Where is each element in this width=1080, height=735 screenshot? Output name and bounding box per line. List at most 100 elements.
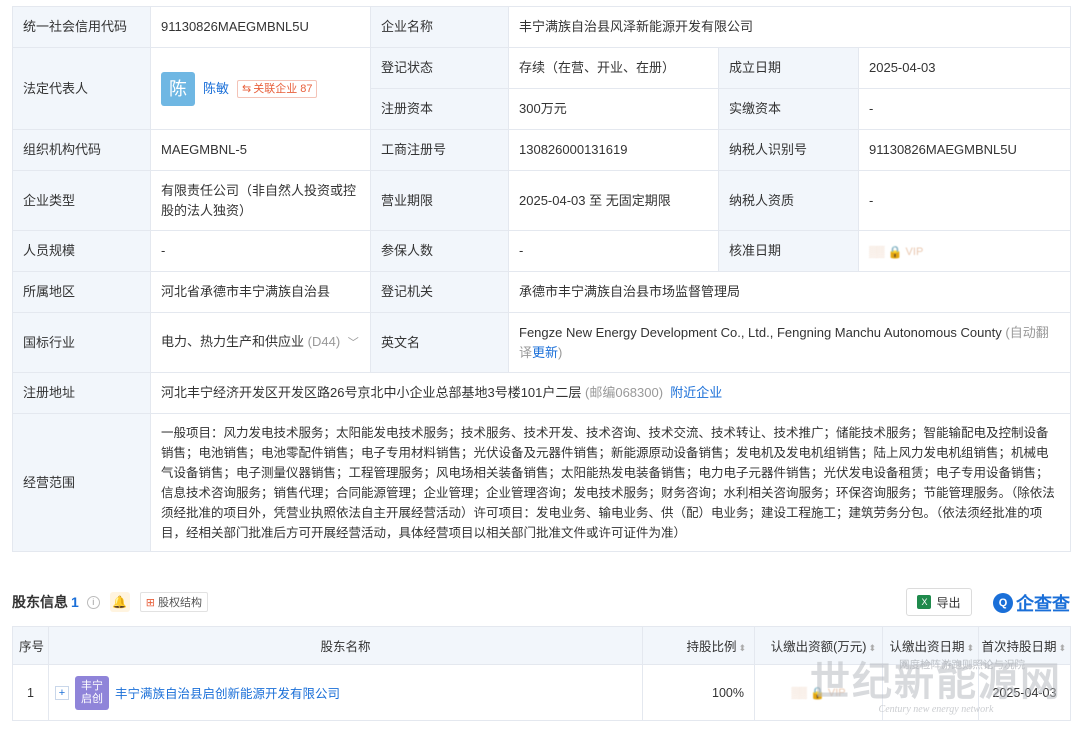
- sort-icon: ⬍: [738, 643, 746, 653]
- table-row: 1 + 丰宁 启创 丰宁满族自治县启创新能源开发有限公司 100% ▒▒ 🔒 VIP…: [12, 664, 1071, 721]
- staff-size-value: -: [150, 230, 371, 272]
- reg-authority-value: 承德市丰宁满族自治县市场监督管理局: [507, 271, 1072, 313]
- expand-plus-icon[interactable]: +: [55, 685, 69, 700]
- approve-date-label: 核准日期: [718, 230, 859, 272]
- company-type-label: 企业类型: [12, 170, 151, 231]
- biz-reg-no-label: 工商注册号: [370, 129, 509, 171]
- equity-structure-label: 股权结构: [158, 597, 203, 609]
- shareholder-title: 股东信息: [12, 594, 68, 610]
- biz-term-value: 2025-04-03 至 无固定期限: [508, 170, 719, 231]
- watermark-top-text: 网度检阵游跑则照论与况院: [899, 659, 1025, 671]
- reg-address-value: 河北丰宁经济开发区开发区路26号京北中小企业总部基地3号楼101户二层: [161, 385, 582, 400]
- shareholder-section-header: 股东信息 1 i 🔔 ⊞ 股权结构 X 导出 Q 企查查: [12, 588, 1070, 616]
- col-ratio[interactable]: 持股比例 ⬍: [642, 626, 755, 665]
- staff-size-label: 人员规模: [12, 230, 151, 272]
- industry-value: 电力、热力生产和供应业: [161, 334, 305, 349]
- taxpayer-qual-value: -: [857, 170, 1072, 231]
- credit-code-label: 统一社会信用代码: [12, 6, 151, 48]
- col-subscribed-amount-label: 认缴出资额(万元): [770, 640, 867, 654]
- auto-translate-close: ): [558, 344, 563, 360]
- taxpayer-id-label: 纳税人识别号: [718, 129, 859, 171]
- info-icon[interactable]: i: [86, 595, 100, 609]
- update-translation-link[interactable]: 更新: [532, 345, 558, 360]
- lock-icon: 🔒: [887, 244, 903, 259]
- company-name-label: 企业名称: [370, 6, 509, 48]
- related-network-icon: ⇆: [242, 82, 252, 95]
- sort-icon: ⬍: [868, 643, 876, 653]
- row-subscribed-date: [882, 664, 979, 721]
- sort-icon: ⬍: [966, 643, 974, 653]
- postal-code: (邮编068300): [585, 385, 664, 400]
- taxpayer-qual-label: 纳税人资质: [718, 170, 859, 231]
- reg-capital-label: 注册资本: [370, 88, 509, 130]
- insured-label: 参保人数: [370, 230, 509, 272]
- row-first-hold-date: 2025-04-03: [978, 664, 1071, 721]
- chevron-down-icon[interactable]: ﹀: [348, 337, 359, 349]
- related-count: 87: [300, 82, 313, 95]
- legal-rep-label: 法定代表人: [12, 47, 151, 130]
- company-logo-line2: 启创: [81, 692, 103, 705]
- legal-rep-avatar[interactable]: 陈: [161, 71, 195, 106]
- lock-icon: 🔒: [809, 686, 825, 700]
- biz-term-label: 营业期限: [370, 170, 509, 231]
- company-type-value: 有限责任公司（非自然人投资或控股的法人独资）: [150, 170, 371, 231]
- qichacha-logo-icon: Q: [993, 593, 1013, 613]
- subscribed-amount-vip-lock[interactable]: ▒▒ 🔒 VIP: [791, 686, 845, 700]
- company-logo: 丰宁 启创: [75, 675, 109, 710]
- related-companies-badge[interactable]: ⇆ 关联企业 87: [237, 79, 318, 98]
- col-ratio-label: 持股比例: [686, 640, 737, 654]
- found-date-value: 2025-04-03: [857, 47, 1072, 89]
- org-code-value: MAEGMBNL-5: [150, 129, 371, 171]
- col-first-hold-date-label: 首次持股日期: [981, 640, 1057, 654]
- sort-icon: ⬍: [1058, 643, 1066, 653]
- region-label: 所属地区: [12, 271, 151, 313]
- nearby-companies-link[interactable]: 附近企业: [670, 385, 722, 400]
- row-subscribed-amount-vip[interactable]: ▒▒ 🔒 VIP: [754, 664, 883, 721]
- shareholder-table: 序号 股东名称 持股比例 ⬍ 认缴出资额(万元) ⬍ 认缴出资日期 ⬍ 首次持股日期 ⬍…: [12, 626, 1071, 721]
- brand-name: 企查查: [1016, 594, 1070, 614]
- english-name-value: Fengze New Energy Development Co., Ltd.,…: [519, 324, 1002, 340]
- industry-code: (D44): [307, 334, 341, 349]
- region-value: 河北省承德市丰宁满族自治县: [150, 271, 371, 313]
- business-scope-value: 一般项目：风力发电技术服务；太阳能发电技术服务；技术服务、技术开发、技术咨询、技…: [149, 413, 1072, 552]
- reg-address-cell: 河北丰宁经济开发区开发区路26号京北中小企业总部基地3号楼101户二层 (邮编0…: [149, 372, 1072, 414]
- legal-rep-name-link[interactable]: 陈敏: [203, 79, 229, 99]
- col-subscribed-date-label: 认缴出资日期: [889, 640, 965, 654]
- industry-label: 国标行业: [12, 312, 151, 373]
- english-name-label: 英文名: [370, 312, 509, 373]
- industry-cell[interactable]: 电力、热力生产和供应业 (D44) ﹀: [150, 312, 371, 373]
- approve-date-vip-lock[interactable]: ▒▒ 🔒 VIP: [869, 242, 923, 262]
- row-shareholder-cell: + 丰宁 启创 丰宁满族自治县启创新能源开发有限公司: [48, 664, 643, 721]
- english-name-cell: Fengze New Energy Development Co., Ltd.,…: [507, 312, 1072, 373]
- found-date-label: 成立日期: [718, 47, 859, 89]
- col-subscribed-amount[interactable]: 认缴出资额(万元) ⬍: [754, 626, 883, 665]
- bell-icon[interactable]: 🔔: [109, 592, 130, 612]
- export-label: 导出: [936, 595, 961, 610]
- reg-status-value: 存续（在营、开业、在册）: [508, 47, 719, 89]
- excel-icon: X: [917, 595, 932, 609]
- reg-capital-value: 300万元: [508, 88, 719, 130]
- insured-value: -: [508, 230, 719, 272]
- taxpayer-id-value: 91130826MAEGMBNL5U: [857, 129, 1072, 171]
- credit-code-value: 91130826MAEGMBNL5U: [150, 6, 371, 48]
- legal-rep-cell: 陈 陈敏 ⇆ 关联企业 87: [150, 47, 371, 130]
- col-shareholder-name: 股东名称: [48, 626, 643, 665]
- equity-structure-icon: ⊞: [145, 596, 156, 609]
- scope-label: 经营范围: [12, 413, 151, 552]
- org-code-label: 组织机构代码: [12, 129, 151, 171]
- shareholder-count: 1: [71, 594, 79, 610]
- export-button[interactable]: X 导出: [906, 588, 972, 616]
- shareholder-name-link[interactable]: 丰宁满族自治县启创新能源开发有限公司: [115, 683, 340, 702]
- biz-reg-no-value: 130826000131619: [508, 129, 719, 171]
- qichacha-brand: Q 企查查: [993, 590, 1070, 616]
- company-name-value: 丰宁满族自治县风泽新能源开发有限公司: [507, 6, 1072, 48]
- row-index: 1: [12, 664, 49, 721]
- paid-capital-label: 实缴资本: [718, 88, 859, 130]
- related-label: 关联企业: [253, 82, 298, 95]
- reg-authority-label: 登记机关: [370, 271, 509, 313]
- equity-structure-button[interactable]: ⊞ 股权结构: [139, 592, 209, 612]
- row-ratio: 100%: [642, 664, 755, 721]
- reg-address-label: 注册地址: [12, 372, 151, 414]
- paid-capital-value: -: [857, 88, 1072, 130]
- approve-date-vip-cell[interactable]: ▒▒ 🔒 VIP: [857, 230, 1072, 272]
